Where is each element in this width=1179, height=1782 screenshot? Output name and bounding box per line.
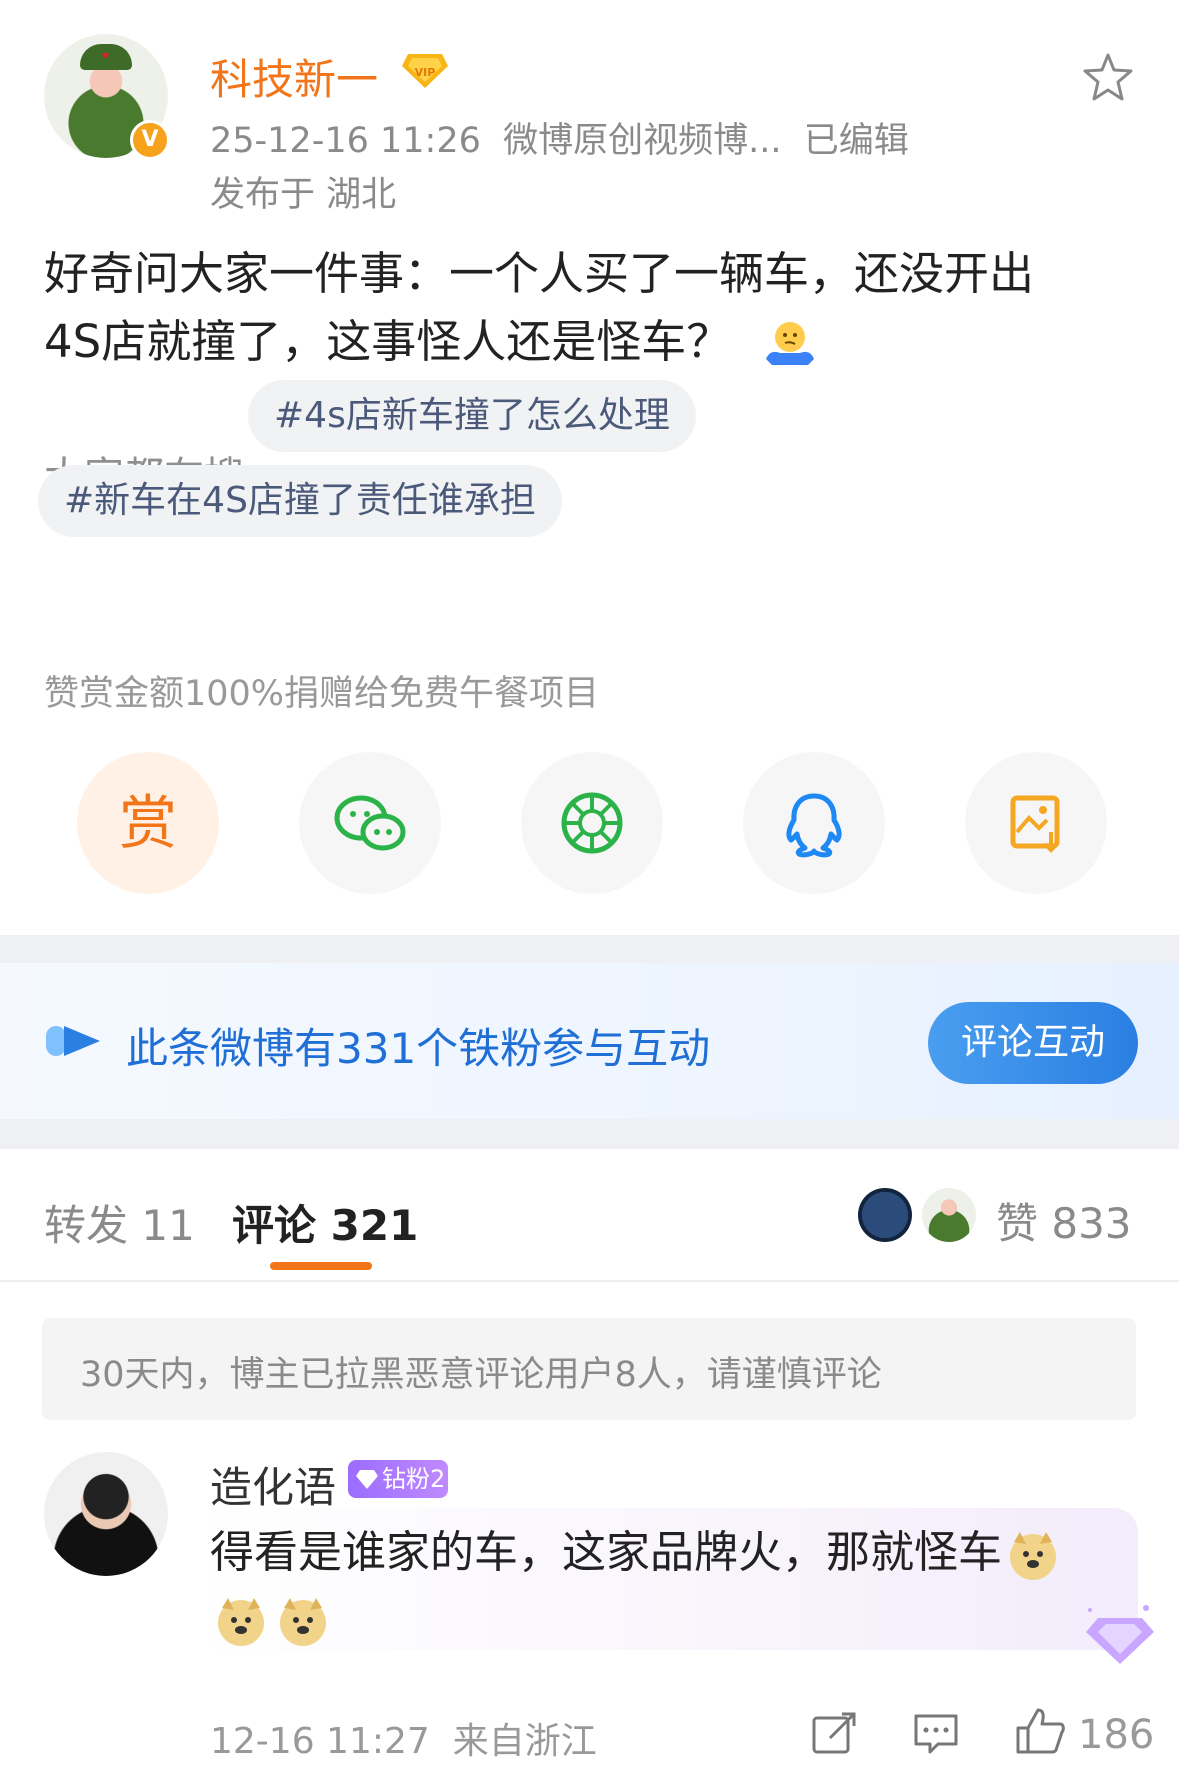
save-image-button[interactable]: [965, 752, 1107, 894]
post-edited[interactable]: 已编辑: [804, 121, 909, 161]
wechat-share-button[interactable]: [299, 752, 441, 894]
save-image-icon: [1010, 795, 1060, 853]
tab-repost[interactable]: 转发 11: [44, 1192, 195, 1253]
comment-time: 12-16 11:27: [210, 1721, 430, 1762]
vip-label: VIP: [415, 66, 436, 79]
qq-icon: [786, 793, 842, 858]
tab-comments[interactable]: 评论 321: [232, 1192, 418, 1253]
moments-share-button[interactable]: [521, 752, 663, 894]
liker-avatar[interactable]: [922, 1188, 976, 1242]
doge-emoji-icon: [280, 1598, 326, 1646]
section-divider: [0, 935, 1179, 963]
comment-body: 得看是谁家的车，这家品牌火，那就怪车: [210, 1520, 1110, 1652]
commenter-name[interactable]: 造化语: [210, 1454, 336, 1515]
qq-share-button[interactable]: [743, 752, 885, 894]
tabs-divider: [0, 1280, 1179, 1282]
moments-icon: [561, 792, 623, 854]
search-tag[interactable]: #新车在4S店撞了责任谁承担: [38, 465, 562, 537]
comment-interact-button[interactable]: 评论互动: [928, 1002, 1138, 1084]
fan-badge[interactable]: 钻粉2: [348, 1460, 448, 1498]
diamond-fan-decoration-icon: [1086, 1605, 1154, 1664]
favorite-star-icon[interactable]: [1082, 52, 1134, 102]
reward-note: 赞赏金额100%捐赠给免费午餐项目: [44, 674, 600, 714]
verified-badge: V: [130, 120, 170, 160]
diamond-icon: [356, 1470, 378, 1489]
fans-arrow-icon: [46, 1026, 100, 1056]
post-text-line2: 4S店就撞了，这事怪人还是怪车？: [44, 315, 732, 368]
like-thumb-icon[interactable]: [1014, 1706, 1066, 1756]
tab-likes[interactable]: 赞 833: [996, 1190, 1132, 1251]
avatar-star-icon: ★: [100, 48, 111, 62]
active-tab-indicator: [270, 1262, 372, 1270]
author-name[interactable]: 科技新一: [210, 46, 378, 107]
vip-icon: VIP: [402, 54, 448, 88]
section-divider: [0, 1119, 1179, 1149]
post-timestamp: 25-12-16 11:26: [210, 121, 481, 161]
post-body: 好奇问大家一件事：一个人买了一辆车，还没开出 4S店就撞了，这事怪人还是怪车？: [44, 240, 1144, 376]
wechat-icon: [334, 795, 406, 851]
search-tag[interactable]: #4s店新车撞了怎么处理: [248, 380, 696, 452]
comment-location: 来自浙江: [452, 1721, 597, 1762]
shrug-emoji-icon: [765, 322, 814, 365]
doge-emoji-icon: [1010, 1532, 1056, 1580]
comment-text: 得看是谁家的车，这家品牌火，那就怪车: [210, 1527, 1002, 1578]
comment-icon[interactable]: [912, 1712, 960, 1756]
post-text-line1: 好奇问大家一件事：一个人买了一辆车，还没开出: [44, 247, 1035, 300]
reward-button[interactable]: 赏: [77, 752, 219, 894]
repost-icon[interactable]: [810, 1712, 858, 1756]
comment-like-count: 186: [1078, 1712, 1155, 1758]
reward-label: 赏: [118, 789, 177, 857]
post-meta: 25-12-16 11:26 微博原创视频博... 已编辑: [210, 112, 909, 163]
liker-avatar[interactable]: [858, 1188, 912, 1242]
post-location: 发布于 湖北: [210, 175, 397, 215]
post-source[interactable]: 微博原创视频博...: [503, 121, 781, 161]
comment-meta: 12-16 11:27 来自浙江: [210, 1712, 597, 1764]
doge-emoji-icon: [218, 1598, 264, 1646]
commenter-avatar[interactable]: [44, 1452, 168, 1576]
blacklist-notice-text: 30天内，博主已拉黑恶意评论用户8人，请谨慎评论: [80, 1355, 882, 1395]
fans-interaction-text: 此条微博有331个铁粉参与互动: [126, 1024, 711, 1073]
fan-badge-label: 钻粉2: [382, 1465, 446, 1493]
